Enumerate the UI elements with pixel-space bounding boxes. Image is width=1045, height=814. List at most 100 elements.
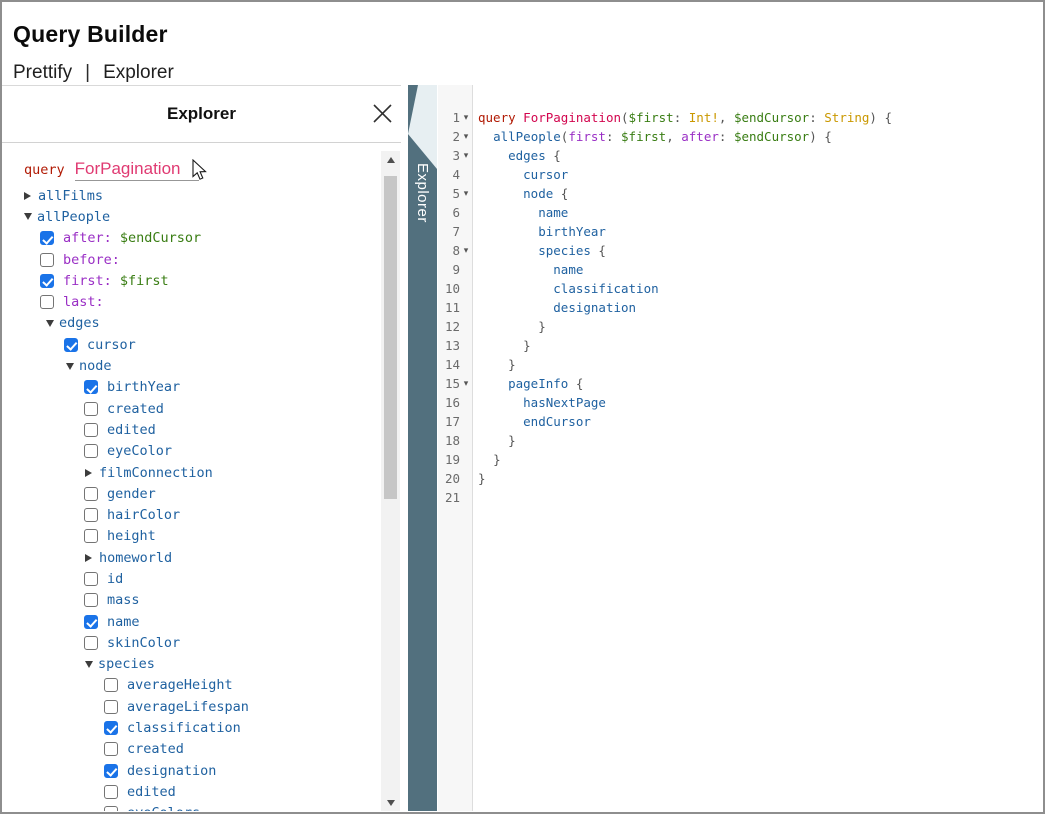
code-line[interactable]: designation [478,298,892,317]
collapse-arrow-icon[interactable] [24,213,32,220]
code-line[interactable]: name [478,260,892,279]
explorer-button[interactable]: Explorer [103,62,174,84]
tree-row-mass[interactable]: mass [2,590,401,611]
tree-row-averageHeight[interactable]: averageHeight [2,675,401,696]
tree-row-eyeColor[interactable]: eyeColor [2,441,401,462]
checkbox[interactable] [104,785,118,799]
collapse-arrow-icon[interactable] [46,320,54,327]
code-line[interactable]: } [478,317,892,336]
tree-row-homeworld[interactable]: homeworld [2,547,401,568]
code-line[interactable]: hasNextPage [478,393,892,412]
tree-row-filmConnection[interactable]: filmConnection [2,462,401,483]
checkbox[interactable] [40,231,54,245]
tree-row-after[interactable]: after: $endCursor [2,228,401,249]
collapse-arrow-icon[interactable] [66,363,74,370]
code-line[interactable]: } [478,355,892,374]
checkbox[interactable] [84,380,98,394]
checkbox[interactable] [104,721,118,735]
checkbox[interactable] [84,529,98,543]
checkbox[interactable] [84,487,98,501]
tree-row-hairColor[interactable]: hairColor [2,504,401,525]
code-line[interactable]: } [478,336,892,355]
scrollbar-thumb[interactable] [384,176,397,499]
code-line[interactable]: birthYear [478,222,892,241]
tree-row-name[interactable]: name [2,611,401,632]
tree-row-created[interactable]: created [2,398,401,419]
fold-arrow-icon[interactable]: ▾ [460,184,472,203]
checkbox[interactable] [84,572,98,586]
expand-arrow-icon[interactable] [85,554,92,562]
tree-row-edited[interactable]: edited [2,419,401,440]
code-line[interactable]: } [478,431,892,450]
checkbox[interactable] [84,615,98,629]
code-line[interactable]: cursor [478,165,892,184]
expand-arrow-icon[interactable] [24,192,31,200]
checkbox[interactable] [84,423,98,437]
code-line[interactable]: pageInfo { [478,374,892,393]
checkbox[interactable] [40,295,54,309]
query-editor[interactable]: 1▾2▾3▾45▾678▾9101112131415▾161718192021 … [438,85,1043,811]
code-line[interactable]: query ForPagination($first: Int!, $endCu… [478,108,892,127]
fold-arrow-icon[interactable]: ▾ [460,108,472,127]
checkbox[interactable] [84,402,98,416]
explorer-toggle-tab[interactable]: Explorer [408,85,437,811]
tree-row-created[interactable]: created [2,739,401,760]
checkbox[interactable] [104,764,118,778]
tree-row-id[interactable]: id [2,568,401,589]
tree-scrollbar[interactable] [381,151,400,811]
tree-row-before[interactable]: before: [2,249,401,270]
checkbox[interactable] [84,636,98,650]
expand-arrow-icon[interactable] [85,469,92,477]
code-line[interactable]: name [478,203,892,222]
code-line[interactable]: allPeople(first: $first, after: $endCurs… [478,127,892,146]
tree-row-birthYear[interactable]: birthYear [2,377,401,398]
checkbox[interactable] [40,253,54,267]
collapse-arrow-icon[interactable] [85,661,93,668]
fold-arrow-icon[interactable]: ▾ [460,127,472,146]
close-icon[interactable] [372,103,393,124]
checkbox[interactable] [84,444,98,458]
tree-row-first[interactable]: first: $first [2,270,401,291]
checkbox[interactable] [104,700,118,714]
fold-arrow-icon[interactable]: ▾ [460,241,472,260]
code-token: : [674,110,689,125]
query-name-input[interactable]: ForPagination [75,159,199,181]
tree-row-height[interactable]: height [2,526,401,547]
code-line[interactable]: edges { [478,146,892,165]
tree-row-last[interactable]: last: [2,291,401,312]
code-line[interactable]: } [478,450,892,469]
tree-row-allPeople[interactable]: allPeople [2,206,401,227]
tree-row-skinColor[interactable]: skinColor [2,632,401,653]
code-line[interactable]: classification [478,279,892,298]
code-line[interactable] [478,488,892,507]
checkbox[interactable] [104,806,118,811]
tree-row-node[interactable]: node [2,355,401,376]
prettify-button[interactable]: Prettify [13,62,72,84]
tree-row-cursor[interactable]: cursor [2,334,401,355]
checkbox[interactable] [40,274,54,288]
fold-arrow-icon[interactable]: ▾ [460,374,472,393]
checkbox[interactable] [84,508,98,522]
scrollbar-up-button[interactable] [381,151,400,168]
checkbox[interactable] [104,742,118,756]
tree-row-species[interactable]: species [2,654,401,675]
checkbox[interactable] [64,338,78,352]
tree-row-edited[interactable]: edited [2,781,401,802]
code-line[interactable]: species { [478,241,892,260]
checkbox[interactable] [84,593,98,607]
tree-row-gender[interactable]: gender [2,483,401,504]
scrollbar-down-button[interactable] [381,794,400,811]
tree-row-averageLifespan[interactable]: averageLifespan [2,696,401,717]
tree-row-classification[interactable]: classification [2,717,401,738]
tree-row-designation[interactable]: designation [2,760,401,781]
gutter-line: 3▾ [438,146,472,165]
fold-arrow-icon[interactable]: ▾ [460,146,472,165]
tree-row-edges[interactable]: edges [2,313,401,334]
checkbox[interactable] [104,678,118,692]
code-line[interactable]: node { [478,184,892,203]
tree-row-eyeColors[interactable]: eyeColors [2,803,401,811]
code-line[interactable]: endCursor [478,412,892,431]
editor-code[interactable]: query ForPagination($first: Int!, $endCu… [473,85,892,811]
tree-row-allFilms[interactable]: allFilms [2,185,401,206]
code-line[interactable]: } [478,469,892,488]
